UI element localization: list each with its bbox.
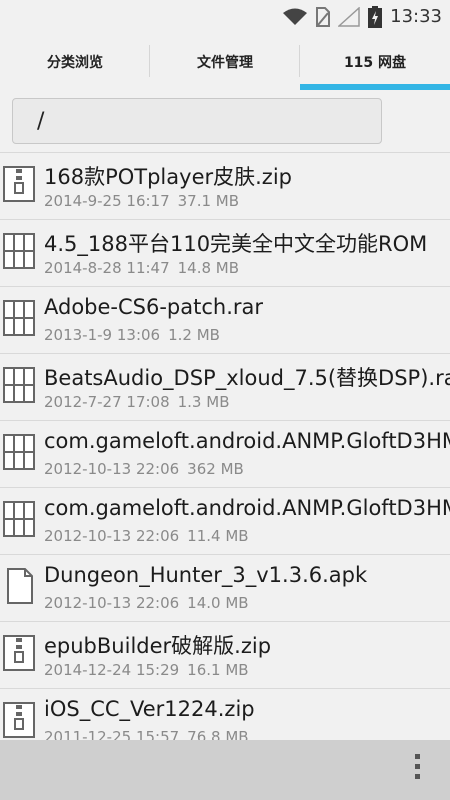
wifi-icon (282, 7, 308, 27)
status-time: 13:33 (390, 6, 442, 27)
file-date: 2014-9-25 16:17 (44, 192, 170, 210)
file-size: 1.3 MB (177, 393, 230, 411)
tab-file-manager[interactable]: 文件管理 (150, 33, 300, 90)
file-date: 2012-7-27 17:08 (44, 393, 170, 411)
file-date: 2014-8-28 11:47 (44, 259, 170, 277)
file-row[interactable]: Adobe-CS6-patch.rar 2013-1-9 13:06 1.2 MB (0, 286, 450, 353)
file-date: 2012-10-13 22:06 (44, 460, 180, 478)
file-date: 2012-10-13 22:06 (44, 594, 180, 612)
status-bar: 13:33 (0, 0, 450, 33)
file-name: Dungeon_Hunter_3_v1.3.6.apk (44, 563, 368, 587)
overflow-menu-icon[interactable] (412, 754, 422, 786)
file-meta: 2012-10-13 22:06 11.4 MB (44, 527, 249, 545)
file-name: iOS_CC_Ver1224.zip (44, 697, 255, 721)
file-name: 168款POTplayer皮肤.zip (44, 165, 292, 189)
file-size: 76.8 MB (187, 728, 249, 740)
file-row[interactable]: iOS_CC_Ver1224.zip 2011-12-25 15:57 76.8 M… (0, 688, 450, 740)
file-meta: 2011-12-25 15:57 76.8 MB (44, 728, 249, 740)
signal-icon (338, 6, 360, 27)
sim-card-icon (316, 6, 331, 27)
file-name: 4.5_188平台110完美全中文全功能ROM (44, 232, 428, 256)
file-date: 2013-1-9 13:06 (44, 326, 161, 344)
file-name: BeatsAudio_DSP_xloud_7.5(替换DSP).rar (44, 366, 450, 390)
file-size: 14.0 MB (187, 594, 249, 612)
file-name: com.gameloft.android.ANMP.GloftD3HM. (44, 429, 450, 453)
file-meta: 2014-9-25 16:17 37.1 MB (44, 192, 239, 210)
file-row[interactable]: 4.5_188平台110完美全中文全功能ROM 2014-8-28 11:47 14… (0, 219, 450, 286)
file-row[interactable]: com.gameloft.android.ANMP.GloftD3HM. 2012… (0, 420, 450, 487)
file-meta: 2012-10-13 22:06 362 MB (44, 460, 244, 478)
path-bar[interactable]: / (12, 98, 382, 144)
file-date: 2012-10-13 22:06 (44, 527, 180, 545)
archive-icon (3, 367, 35, 403)
zip-icon (3, 635, 35, 671)
tab-label: 115 网盘 (343, 54, 407, 71)
file-size: 37.1 MB (177, 192, 240, 210)
file-meta: 2013-1-9 13:06 1.2 MB (44, 326, 220, 344)
tab-115-cloud[interactable]: 115 网盘 (300, 33, 450, 90)
file-meta: 2014-8-28 11:47 14.8 MB (44, 259, 239, 277)
zip-icon (3, 166, 35, 202)
file-row[interactable]: Dungeon_Hunter_3_v1.3.6.apk 2012-10-13 22… (0, 554, 450, 621)
tab-bar: 分类浏览 文件管理 115 网盘 (0, 33, 450, 90)
file-icon (3, 568, 35, 604)
file-name: Adobe-CS6-patch.rar (44, 295, 264, 319)
file-date: 2011-12-25 15:57 (44, 728, 180, 740)
file-meta: 2014-12-24 15:29 16.1 MB (44, 661, 249, 679)
current-path: / (37, 108, 45, 134)
tab-label: 分类浏览 (47, 54, 103, 71)
archive-icon (3, 434, 35, 470)
zip-icon (3, 702, 35, 738)
file-size: 362 MB (187, 460, 244, 478)
file-row[interactable]: 168款POTplayer皮肤.zip 2014-9-25 16:17 37.1 M… (0, 152, 450, 219)
archive-icon (3, 501, 35, 537)
file-name: epubBuilder破解版.zip (44, 634, 272, 658)
file-meta: 2012-10-13 22:06 14.0 MB (44, 594, 249, 612)
file-size: 1.2 MB (168, 326, 220, 344)
file-row[interactable]: epubBuilder破解版.zip 2014-12-24 15:29 16.1 M… (0, 621, 450, 688)
file-size: 11.4 MB (187, 527, 249, 545)
file-meta: 2012-7-27 17:08 1.3 MB (44, 393, 229, 411)
archive-icon (3, 233, 35, 269)
tab-label: 文件管理 (197, 54, 253, 71)
file-list[interactable]: 168款POTplayer皮肤.zip 2014-9-25 16:17 37.1 M… (0, 152, 450, 740)
file-size: 16.1 MB (187, 661, 249, 679)
file-name: com.gameloft.android.ANMP.GloftD3HM. (44, 496, 450, 520)
battery-charging-icon (368, 5, 383, 28)
tab-category-browse[interactable]: 分类浏览 (0, 33, 150, 90)
bottom-action-bar (0, 740, 450, 800)
file-row[interactable]: BeatsAudio_DSP_xloud_7.5(替换DSP).rar 2012-… (0, 353, 450, 420)
archive-icon (3, 300, 35, 336)
file-date: 2014-12-24 15:29 (44, 661, 180, 679)
file-row[interactable]: com.gameloft.android.ANMP.GloftD3HM. 2012… (0, 487, 450, 554)
file-size: 14.8 MB (177, 259, 240, 277)
